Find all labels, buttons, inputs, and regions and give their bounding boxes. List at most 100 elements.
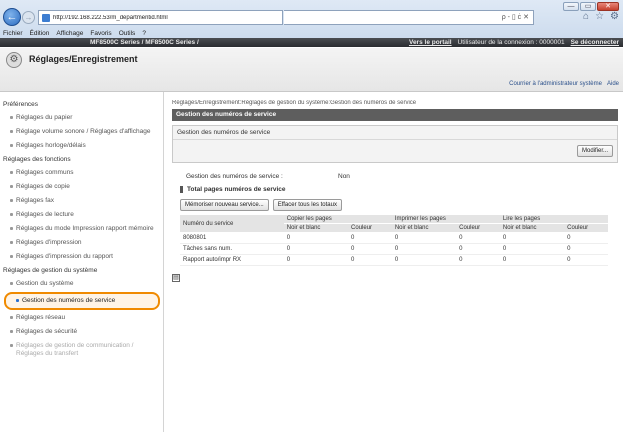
- sidebar-item-service-numbers[interactable]: Gestion des numéros de service: [4, 292, 160, 310]
- menu-fichier[interactable]: Fichier: [3, 29, 23, 38]
- sidebar-item-label: Gestion des numéros de service: [22, 297, 116, 304]
- sidebar-item-label: Réglages de lecture: [16, 211, 74, 218]
- table-cell: 0: [499, 254, 565, 266]
- table-cell: 0: [283, 243, 349, 255]
- portal-link[interactable]: Vers le portail: [409, 38, 452, 47]
- maximize-button[interactable]: ▭: [580, 2, 596, 11]
- bullet-icon: [10, 171, 13, 174]
- table-cell: 0: [391, 232, 457, 244]
- status-line: Gestion des numéros de service : Non: [172, 163, 618, 186]
- address-bar[interactable]: http://192.168.222.53/m_departmentid.htm…: [38, 10, 283, 25]
- help-link[interactable]: Aide: [607, 81, 619, 87]
- table-cell: 0: [499, 232, 565, 244]
- col-subheader: Couleur: [564, 223, 608, 233]
- sidebar-section-preferences[interactable]: Préférences: [0, 98, 163, 111]
- main-content: Réglages/Enregistrement:Réglages de gest…: [172, 100, 618, 282]
- sidebar-item-common[interactable]: Réglages communs: [0, 166, 163, 180]
- sidebar-item-label: Réglages réseau: [16, 314, 66, 321]
- table-cell: 0: [564, 243, 608, 255]
- sidebar-item-memory-print[interactable]: Réglages du mode Impression rapport mémo…: [0, 222, 163, 236]
- sidebar-item-label: Réglages de gestion de communication / R…: [16, 342, 134, 357]
- mail-admin-link[interactable]: Courrier à l'administrateur système: [509, 81, 602, 87]
- page-title: Réglages/Enregistrement: [29, 54, 138, 64]
- close-button[interactable]: ✕: [597, 2, 619, 11]
- memorize-service-button[interactable]: Mémoriser nouveau service...: [180, 199, 269, 211]
- minimize-button[interactable]: —: [563, 2, 579, 11]
- table-cell: 0: [499, 243, 565, 255]
- bullet-icon: [10, 144, 13, 147]
- row-service-name: 8080801: [180, 232, 284, 244]
- settings-gear-icon: ⚙: [6, 52, 22, 68]
- sidebar-item-label: Réglages horloge/délais: [16, 142, 86, 149]
- forward-arrow-icon[interactable]: →: [22, 11, 35, 24]
- table-cell: 0: [456, 254, 500, 266]
- bullet-icon: [10, 282, 13, 285]
- header-links: Courrier à l'administrateur système Aide: [509, 81, 619, 87]
- settings-panel: Gestion des numéros de service Modifier.…: [172, 125, 618, 163]
- sidebar-item-clock[interactable]: Réglages horloge/délais: [0, 139, 163, 153]
- sidebar-section-system[interactable]: Réglages de gestion du système: [0, 264, 163, 277]
- favicon-icon: [42, 13, 50, 22]
- address-url: http://192.168.222.53/m_departmentid.htm…: [53, 14, 168, 21]
- table-cell: 0: [564, 232, 608, 244]
- menu-help[interactable]: ?: [142, 29, 146, 38]
- menu-affichage[interactable]: Affichage: [56, 29, 83, 38]
- sidebar-item-volume-display[interactable]: Réglage volume sonore / Réglages d'affic…: [0, 125, 163, 139]
- logout-link[interactable]: Se déconnecter: [571, 38, 619, 47]
- table-row: 8080801 0 0 0 0 0 0: [180, 232, 608, 244]
- clear-totals-button[interactable]: Effacer tous les totaux: [272, 199, 342, 211]
- device-links: Vers le portail Utilisateur de la connex…: [409, 38, 619, 47]
- counts-section-title: Total pages numéros de service: [180, 186, 618, 193]
- user-info: Utilisateur de la connexion : 0000001: [457, 39, 565, 46]
- table-cell: 0: [391, 243, 457, 255]
- sidebar-item-copy[interactable]: Réglages de copie: [0, 180, 163, 194]
- col-read-header: Lire les pages: [499, 215, 608, 224]
- bullet-icon: [10, 330, 13, 333]
- print-icon[interactable]: ▤: [172, 274, 180, 282]
- bullet-icon: [10, 213, 13, 216]
- sidebar-item-fax[interactable]: Réglages fax: [0, 194, 163, 208]
- device-bar: MF8500C Series / MF8500C Series / Vers l…: [0, 38, 623, 47]
- table-cell: 0: [348, 243, 392, 255]
- counts-table: Numéro du service Copier les pages Impri…: [180, 215, 608, 266]
- table-cell: 0: [348, 254, 392, 266]
- page-header: ⚙ Réglages/Enregistrement Courrier à l'a…: [0, 48, 623, 92]
- panel-title: Gestion des numéros de service: [173, 126, 617, 140]
- menu-outils[interactable]: Outils: [119, 29, 136, 38]
- counts-actions: Mémoriser nouveau service... Effacer tou…: [180, 199, 618, 211]
- home-icon[interactable]: ⌂: [583, 11, 589, 22]
- bullet-icon: [10, 316, 13, 319]
- menu-favoris[interactable]: Favoris: [90, 29, 111, 38]
- table-header-row: Numéro du service Copier les pages Impri…: [180, 215, 608, 233]
- sidebar-item-label: Réglage volume sonore / Réglages d'affic…: [16, 128, 151, 135]
- col-print-header: Imprimer les pages: [391, 215, 500, 224]
- breadcrumb: Réglages/Enregistrement:Réglages de gest…: [172, 100, 417, 106]
- sidebar-item-label: Réglages du papier: [16, 114, 73, 121]
- device-name: MF8500C Series / MF8500C Series /: [90, 39, 199, 46]
- sidebar-item-security[interactable]: Réglages de sécurité: [0, 325, 163, 339]
- star-icon[interactable]: ☆: [595, 11, 604, 22]
- sidebar-item-report-print[interactable]: Réglages d'impression du rapport: [0, 250, 163, 264]
- sidebar-item-print[interactable]: Réglages d'impression: [0, 236, 163, 250]
- sidebar-item-label: Réglages d'impression: [16, 239, 82, 246]
- menu-edition[interactable]: Édition: [30, 29, 50, 38]
- sidebar-item-paper[interactable]: Réglages du papier: [0, 111, 163, 125]
- col-subheader: Couleur: [456, 223, 500, 233]
- col-subheader: Noir et blanc: [391, 223, 457, 233]
- browser-toolbar-icons: ⌂ ☆ ⚙: [583, 11, 619, 22]
- modify-button[interactable]: Modifier...: [576, 145, 613, 157]
- back-arrow-icon[interactable]: ←: [3, 8, 21, 26]
- sidebar-item-label: Gestion du système: [16, 280, 74, 287]
- address-tools[interactable]: ρ - ▯ ċ ✕: [284, 10, 534, 25]
- row-service-name: Tâches sans num.: [180, 243, 284, 255]
- sidebar-item-scan[interactable]: Réglages de lecture: [0, 208, 163, 222]
- table-row: Rapport auto/impr RX 0 0 0 0 0 0: [180, 254, 608, 266]
- table-cell: 0: [456, 232, 500, 244]
- sidebar-item-system-management[interactable]: Gestion du système: [0, 277, 163, 291]
- bullet-icon: [10, 255, 13, 258]
- gear-icon[interactable]: ⚙: [610, 11, 619, 22]
- sidebar-item-network[interactable]: Réglages réseau: [0, 311, 163, 325]
- sidebar-item-label: Réglages de sécurité: [16, 328, 78, 335]
- sidebar-section-functions[interactable]: Réglages des fonctions: [0, 153, 163, 166]
- sidebar-item-communication[interactable]: Réglages de gestion de communication / R…: [0, 339, 163, 361]
